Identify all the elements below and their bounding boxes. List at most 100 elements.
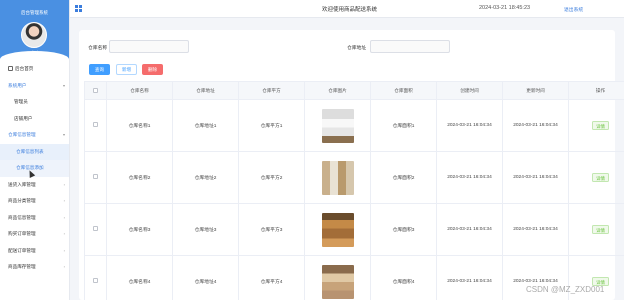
cell-sqm: 仓库平方2 xyxy=(238,151,305,204)
cell-action: 详情 xyxy=(568,151,624,204)
column-header: 创建时间 xyxy=(436,81,503,100)
sidebar-item-product-info[interactable]: 商品信息管理 › xyxy=(0,210,69,227)
delete-button[interactable]: 删除 xyxy=(142,64,163,75)
current-datetime: 2024-03-21 18:45:23 xyxy=(479,5,531,11)
sidebar-item-label: 配送订单管理 xyxy=(8,247,36,253)
row-checkbox[interactable] xyxy=(93,226,98,231)
detail-button[interactable]: 详情 xyxy=(592,121,609,130)
system-title: 后台管理系统 xyxy=(21,10,48,15)
sidebar-item-warehouse-list[interactable]: 仓库信息列表 xyxy=(0,143,69,160)
cell-area: 仓库面积2 xyxy=(370,151,437,204)
query-button[interactable]: 查询 xyxy=(89,64,110,75)
warehouse-table: 仓库名称 仓库地址 仓库平方 仓库图片 仓库面积 创建时间 更新时间 操作 仓库… xyxy=(84,81,624,300)
cell-area: 仓库面积4 xyxy=(370,255,437,300)
cell-created: 2024-03-21 16:04:34 xyxy=(436,203,503,256)
sidebar-menu: 后台首页 系统用户 ▾ 管理员 店铺用户 仓库信息管理 ▾ 仓库信息列表 仓库信息添… xyxy=(0,61,69,276)
watermark: CSDN @MZ_ZXD001 xyxy=(526,285,605,294)
sidebar: 后台管理系统 admin 后台首页 系统用户 ▾ 管理员 店铺用户 仓库信息管理 ▾… xyxy=(0,0,70,300)
cell-created: 2024-03-21 16:04:34 xyxy=(436,99,503,152)
cell-name: 仓库名称1 xyxy=(106,99,173,152)
row-checkbox[interactable] xyxy=(93,278,98,283)
sidebar-item-label: 商品信息管理 xyxy=(8,214,36,220)
chevron-right-icon: › xyxy=(63,214,65,220)
warehouse-image[interactable] xyxy=(321,108,354,143)
sidebar-item-label: 后台首页 xyxy=(15,66,34,71)
cell-address: 仓库地址4 xyxy=(172,255,239,300)
table-row: 仓库名称3 仓库地址3 仓库平方3 仓库面积3 2024-03-21 16:04… xyxy=(84,203,624,256)
top-bar: 欢迎使用商品配送系统 2024-03-21 18:45:23 退出系统 xyxy=(70,0,624,18)
welcome-text: 欢迎使用商品配送系统 xyxy=(322,7,378,13)
column-header: 仓库平方 xyxy=(238,81,305,100)
chevron-down-icon: ▾ xyxy=(62,82,65,88)
warehouse-image[interactable] xyxy=(321,160,354,195)
cell-address: 仓库地址3 xyxy=(172,203,239,256)
warehouse-address-label: 仓库地址 xyxy=(347,46,367,51)
select-all-cell[interactable] xyxy=(84,81,107,100)
warehouse-image[interactable] xyxy=(321,264,354,299)
cell-sqm: 仓库平方4 xyxy=(238,255,305,300)
chevron-right-icon: › xyxy=(63,247,65,253)
cell-name: 仓库名称3 xyxy=(106,203,173,256)
column-header: 更新时间 xyxy=(502,81,569,100)
sidebar-item-home[interactable]: 后台首页 xyxy=(0,61,69,78)
chevron-right-icon: › xyxy=(63,231,65,236)
table-header-row: 仓库名称 仓库地址 仓库平方 仓库图片 仓库面积 创建时间 更新时间 操作 xyxy=(84,81,624,100)
sidebar-item-label: 送货入库管理 xyxy=(8,181,36,187)
cell-action: 详情 xyxy=(568,99,624,152)
sidebar-item-admin[interactable]: 管理员 xyxy=(0,94,69,111)
cell-created: 2024-03-21 16:04:34 xyxy=(436,255,503,300)
detail-button[interactable]: 详情 xyxy=(592,225,609,234)
add-button[interactable]: 新增 xyxy=(116,64,137,75)
column-header: 仓库地址 xyxy=(172,81,239,100)
table-row: 仓库名称2 仓库地址2 仓库平方2 仓库面积2 2024-03-21 16:04… xyxy=(84,151,624,204)
sidebar-item-label: 购买订单管理 xyxy=(8,231,36,236)
cell-action: 详情 xyxy=(568,203,624,256)
sidebar-item-label: 店铺用户 xyxy=(14,115,33,121)
warehouse-address-input[interactable] xyxy=(370,40,450,53)
sidebar-item-shop-users[interactable]: 店铺用户 xyxy=(0,111,69,128)
column-header: 操作 xyxy=(568,81,624,100)
sidebar-item-label: 仓库信息列表 xyxy=(16,148,44,154)
sidebar-item-delivery-inbound[interactable]: 送货入库管理 › xyxy=(0,177,69,194)
sidebar-item-label: 系统用户 xyxy=(8,82,27,88)
cell-sqm: 仓库平方3 xyxy=(238,203,305,256)
sidebar-item-system-users[interactable]: 系统用户 ▾ xyxy=(0,78,69,95)
sidebar-item-product-category[interactable]: 商品分类管理 › xyxy=(0,193,69,210)
header-wave-decoration xyxy=(0,51,69,61)
cell-name: 仓库名称2 xyxy=(106,151,173,204)
sidebar-header: 后台管理系统 admin xyxy=(0,0,69,61)
cell-sqm: 仓库平方1 xyxy=(238,99,305,152)
sidebar-item-delivery-orders[interactable]: 配送订单管理 › xyxy=(0,243,69,260)
cell-name: 仓库名称4 xyxy=(106,255,173,300)
sidebar-item-warehouse[interactable]: 仓库信息管理 ▾ xyxy=(0,127,69,144)
cell-address: 仓库地址1 xyxy=(172,99,239,152)
sidebar-item-inventory[interactable]: 商品库存管理 › xyxy=(0,259,69,276)
chevron-right-icon: › xyxy=(63,264,65,269)
warehouse-image[interactable] xyxy=(321,212,354,247)
warehouse-name-label: 仓库名称 xyxy=(88,46,108,51)
cell-image xyxy=(304,203,371,256)
cell-area: 仓库面积3 xyxy=(370,203,437,256)
cell-image xyxy=(304,99,371,152)
cell-image xyxy=(304,151,371,204)
chevron-right-icon: › xyxy=(63,181,65,187)
column-header: 仓库图片 xyxy=(304,81,371,100)
avatar[interactable] xyxy=(21,22,47,48)
cell-updated: 2024-03-21 16:04:34 xyxy=(502,151,569,204)
home-icon xyxy=(8,66,13,71)
cell-image xyxy=(304,255,371,300)
row-checkbox[interactable] xyxy=(93,174,98,179)
cell-address: 仓库地址2 xyxy=(172,151,239,204)
row-checkbox[interactable] xyxy=(93,122,98,127)
detail-button[interactable]: 详情 xyxy=(592,173,609,182)
chevron-down-icon: ▾ xyxy=(62,132,65,137)
chevron-right-icon: › xyxy=(63,198,65,203)
sidebar-item-purchase-orders[interactable]: 购买订单管理 › xyxy=(0,226,69,243)
logout-link[interactable]: 退出系统 xyxy=(564,6,583,13)
sidebar-item-label: 管理员 xyxy=(14,99,28,104)
sidebar-item-label: 商品库存管理 xyxy=(8,264,36,269)
warehouse-name-input[interactable] xyxy=(109,40,189,53)
select-all-checkbox[interactable] xyxy=(93,87,98,93)
column-header: 仓库面积 xyxy=(370,81,437,100)
menu-toggle-icon[interactable] xyxy=(75,5,82,12)
